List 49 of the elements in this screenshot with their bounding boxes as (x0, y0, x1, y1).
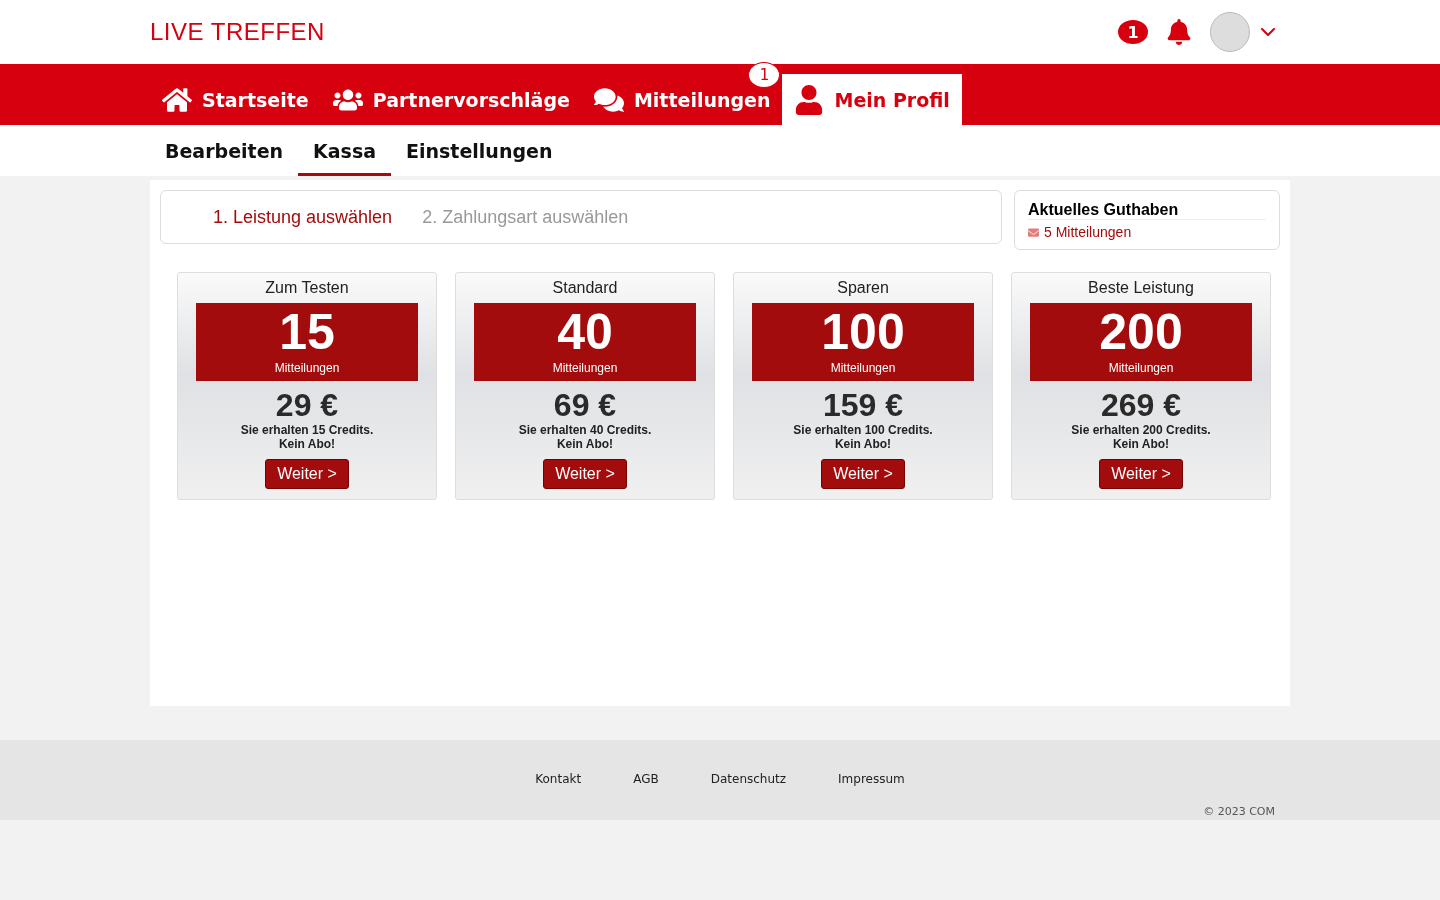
package-note: Sie erhalten 15 Credits. (240, 423, 374, 437)
package-note: Sie erhalten 100 Credits. (793, 423, 933, 437)
package-price: 159 € (822, 387, 904, 423)
package-name: Standard (552, 279, 618, 297)
package-amount: 40 (557, 303, 613, 361)
package-amount: 200 (1099, 303, 1183, 361)
message-count-badge[interactable]: 1 (1118, 20, 1148, 44)
bell-icon[interactable] (1166, 19, 1192, 45)
footer-link[interactable]: Impressum (838, 772, 905, 788)
package-name: Sparen (837, 279, 889, 297)
footer-link[interactable]: Kontakt (535, 772, 582, 788)
copyright: © 2023 COM (1203, 805, 1275, 818)
package-price: 29 € (275, 387, 339, 423)
continue-button[interactable]: Weiter > (821, 459, 905, 489)
sub-tab[interactable]: Bearbeiten (150, 125, 299, 176)
package-note: Kein Abo! (1112, 437, 1170, 451)
package-unit: Mitteilungen (830, 361, 896, 375)
sub-tab[interactable]: Einstellungen (391, 125, 568, 176)
nav-tab[interactable]: Mein Profil (782, 74, 962, 125)
package-amount: 15 (279, 303, 335, 361)
package-amount: 100 (821, 303, 905, 361)
balance-value: 5 Mitteilungen (1044, 224, 1132, 240)
continue-button[interactable]: Weiter > (543, 459, 627, 489)
logo[interactable]: LIVE TREFFEN (150, 18, 325, 46)
continue-button[interactable]: Weiter > (1099, 459, 1183, 489)
envelope-icon (1028, 226, 1039, 238)
package-note: Kein Abo! (278, 437, 336, 451)
package-name: Beste Leistung (1088, 279, 1194, 297)
package-note: Sie erhalten 200 Credits. (1071, 423, 1211, 437)
notification-badge: 1 (748, 62, 781, 88)
package-unit: Mitteilungen (552, 361, 618, 375)
footer-link[interactable]: Datenschutz (710, 772, 787, 788)
nav-tab[interactable]: Partnervorschläge (320, 74, 582, 125)
user-icon (794, 84, 825, 115)
step-label: 1. Leistung auswählen (213, 206, 393, 228)
package-note: Sie erhalten 40 Credits. (518, 423, 652, 437)
continue-button[interactable]: Weiter > (265, 459, 349, 489)
package-name: Zum Testen (265, 279, 349, 297)
package-unit: Mitteilungen (274, 361, 340, 375)
package-price: 69 € (553, 387, 617, 423)
nav-tab[interactable]: Startseite (150, 74, 321, 125)
sub-tab[interactable]: Kassa (298, 125, 392, 176)
package-unit: Mitteilungen (1108, 361, 1174, 375)
package-price: 269 € (1100, 387, 1182, 423)
balance-title: Aktuelles Guthaben (1028, 201, 1266, 220)
step-label: 2. Zahlungsart auswählen (422, 206, 629, 228)
package-note: Kein Abo! (834, 437, 892, 451)
package-note: Kein Abo! (556, 437, 614, 451)
footer-link[interactable]: AGB (633, 772, 659, 788)
